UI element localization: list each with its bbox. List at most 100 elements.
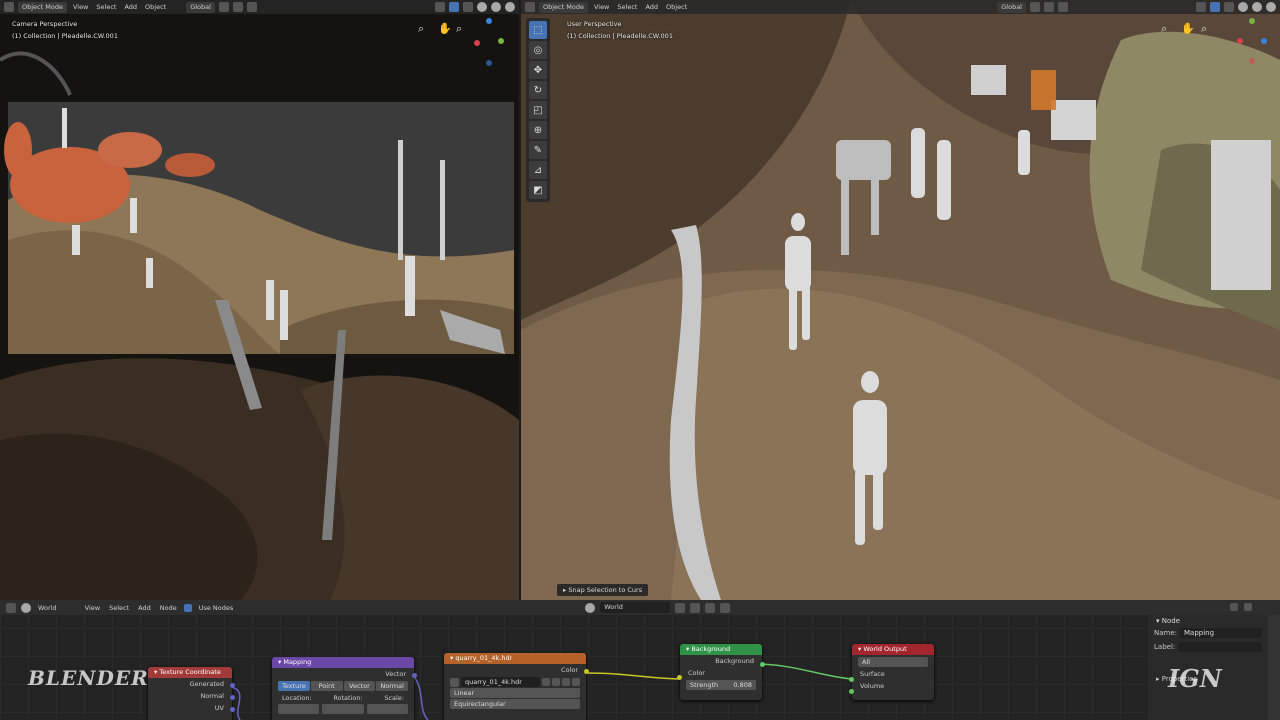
input-volume[interactable]: Volume [852, 680, 934, 692]
pivot-icon[interactable] [218, 2, 229, 12]
type-point[interactable]: Point [310, 681, 343, 691]
move-icon[interactable]: ✥ [529, 61, 547, 79]
input-color[interactable]: Color [680, 667, 762, 679]
user-viewport[interactable]: Object Mode View Select Add Object Globa… [521, 0, 1280, 600]
menu-object[interactable]: Object [664, 3, 689, 11]
mode-dropdown[interactable]: Object Mode [18, 1, 67, 13]
output-background[interactable]: Background [680, 655, 762, 667]
mode-dropdown[interactable]: Object Mode [539, 1, 588, 13]
image-name-field[interactable]: quarry_01_4k.hdr [461, 677, 540, 687]
type-vector[interactable]: Vector [343, 681, 376, 691]
mapping-node[interactable]: ▾ Mapping Vector Texture Point Vector No… [272, 657, 417, 720]
fake-user-icon[interactable] [542, 678, 550, 686]
input-socket[interactable] [677, 675, 682, 680]
editor-type-icon[interactable] [4, 2, 14, 12]
output-generated[interactable]: Generated [148, 678, 232, 690]
output-socket[interactable] [760, 662, 765, 667]
output-vector[interactable]: Vector [272, 668, 414, 680]
strength-field[interactable]: Strength 0.808 [686, 680, 756, 690]
camera-viewport[interactable]: Object Mode View Select Add Object Globa… [0, 0, 519, 600]
scale-icon[interactable]: ◰ [529, 101, 547, 119]
folder-icon[interactable] [562, 678, 570, 686]
gizmo-toggle-icon[interactable] [1210, 2, 1220, 12]
environment-texture-node[interactable]: ▾ quarry_01_4k.hdr Color quarry_01_4k.hd… [444, 653, 589, 720]
transform-icon[interactable]: ⊕ [529, 121, 547, 139]
visibility-icon[interactable] [435, 2, 445, 12]
solid-shading-icon[interactable] [1238, 2, 1248, 12]
menu-select[interactable]: Select [94, 3, 118, 11]
projection-dropdown[interactable]: Equirectangular [450, 699, 580, 709]
gizmo-toggle-icon[interactable] [449, 2, 459, 12]
camera-view-icon[interactable]: ⌕ [456, 22, 462, 36]
label-field[interactable] [1178, 642, 1262, 652]
camera-view-icon[interactable]: ⌕ [1201, 22, 1207, 36]
output-color[interactable]: Color [444, 664, 586, 676]
zoom-icon[interactable]: ⌕ [418, 22, 424, 36]
editor-type-icon[interactable] [525, 2, 535, 12]
type-normal[interactable]: Normal [376, 681, 408, 691]
node-editor[interactable]: World View Select Add Node Use Nodes Wor… [0, 600, 1280, 720]
select-box-icon[interactable]: ⬚ [529, 21, 547, 39]
overlay-toggle-icon[interactable] [1224, 2, 1234, 12]
maximize-icon[interactable] [1230, 603, 1238, 611]
type-texture[interactable]: Texture [278, 681, 310, 691]
rendered-shading-icon[interactable] [1266, 2, 1276, 12]
snap-icon[interactable] [232, 2, 243, 12]
hand-pan-icon[interactable]: ✋ [438, 22, 452, 35]
duplicate-icon[interactable] [552, 678, 560, 686]
rendered-shading-icon[interactable] [505, 2, 515, 12]
output-uv[interactable]: UV [148, 702, 232, 714]
transform-orientation-dropdown[interactable]: Global [186, 1, 215, 13]
interpolation-dropdown[interactable]: Linear [450, 688, 580, 698]
close-icon[interactable] [572, 678, 580, 686]
overlay-toggle-icon[interactable] [463, 2, 473, 12]
measure-icon[interactable]: ⊿ [529, 161, 547, 179]
rotation-x-field[interactable] [322, 704, 364, 714]
material-shading-icon[interactable] [1252, 2, 1262, 12]
visibility-icon[interactable] [1196, 2, 1206, 12]
last-operator-panel[interactable]: ▸ Snap Selection to Curs [557, 584, 649, 596]
menu-view[interactable]: View [592, 3, 611, 11]
menu-add[interactable]: Add [643, 3, 660, 11]
menu-add[interactable]: Add [122, 3, 139, 11]
texture-coordinate-node[interactable]: ▾ Texture Coordinate Generated Normal UV [148, 667, 235, 720]
cursor-icon[interactable]: ◎ [529, 41, 547, 59]
scale-x-field[interactable] [366, 704, 408, 714]
material-shading-icon[interactable] [491, 2, 501, 12]
proportional-edit-icon[interactable] [246, 2, 257, 12]
input-surface[interactable]: Surface [852, 668, 934, 680]
target-dropdown[interactable]: All [858, 657, 928, 667]
output-socket[interactable] [230, 707, 235, 712]
hand-pan-icon[interactable]: ✋ [1181, 22, 1195, 35]
transform-orientation-dropdown[interactable]: Global [997, 1, 1026, 13]
input-socket[interactable] [849, 689, 854, 694]
location-x-field[interactable] [278, 704, 320, 714]
output-socket[interactable] [230, 695, 235, 700]
zoom-icon[interactable]: ⌕ [1161, 22, 1167, 36]
output-socket[interactable] [230, 683, 235, 688]
background-node[interactable]: ▾ Background Background Color Strength 0… [677, 644, 765, 700]
input-socket[interactable] [849, 677, 854, 682]
output-normal[interactable]: Normal [148, 690, 232, 702]
annotate-icon[interactable]: ✎ [529, 141, 547, 159]
rotate-icon[interactable]: ↻ [529, 81, 547, 99]
menu-view[interactable]: View [71, 3, 90, 11]
solid-shading-icon[interactable] [477, 2, 487, 12]
strength-value: 0.808 [733, 681, 752, 689]
menu-select[interactable]: Select [615, 3, 639, 11]
world-output-node[interactable]: ▾ World Output All Surface Volume [849, 644, 934, 700]
navigation-gizmo[interactable] [470, 18, 510, 68]
snap-icon[interactable] [1044, 2, 1054, 12]
sidebar-tabs[interactable] [1268, 615, 1280, 720]
proportional-edit-icon[interactable] [1058, 2, 1068, 12]
add-cube-icon[interactable]: ◩ [529, 181, 547, 199]
image-browse-icon[interactable] [450, 677, 459, 687]
sidebar-section-node[interactable]: ▾ Node [1148, 615, 1268, 627]
output-socket[interactable] [412, 673, 417, 678]
view-icon[interactable] [1244, 603, 1252, 611]
output-socket[interactable] [584, 669, 589, 674]
pivot-icon[interactable] [1030, 2, 1040, 12]
name-field[interactable]: Mapping [1180, 628, 1262, 638]
navigation-gizmo[interactable] [1233, 18, 1273, 68]
menu-object[interactable]: Object [143, 3, 168, 11]
